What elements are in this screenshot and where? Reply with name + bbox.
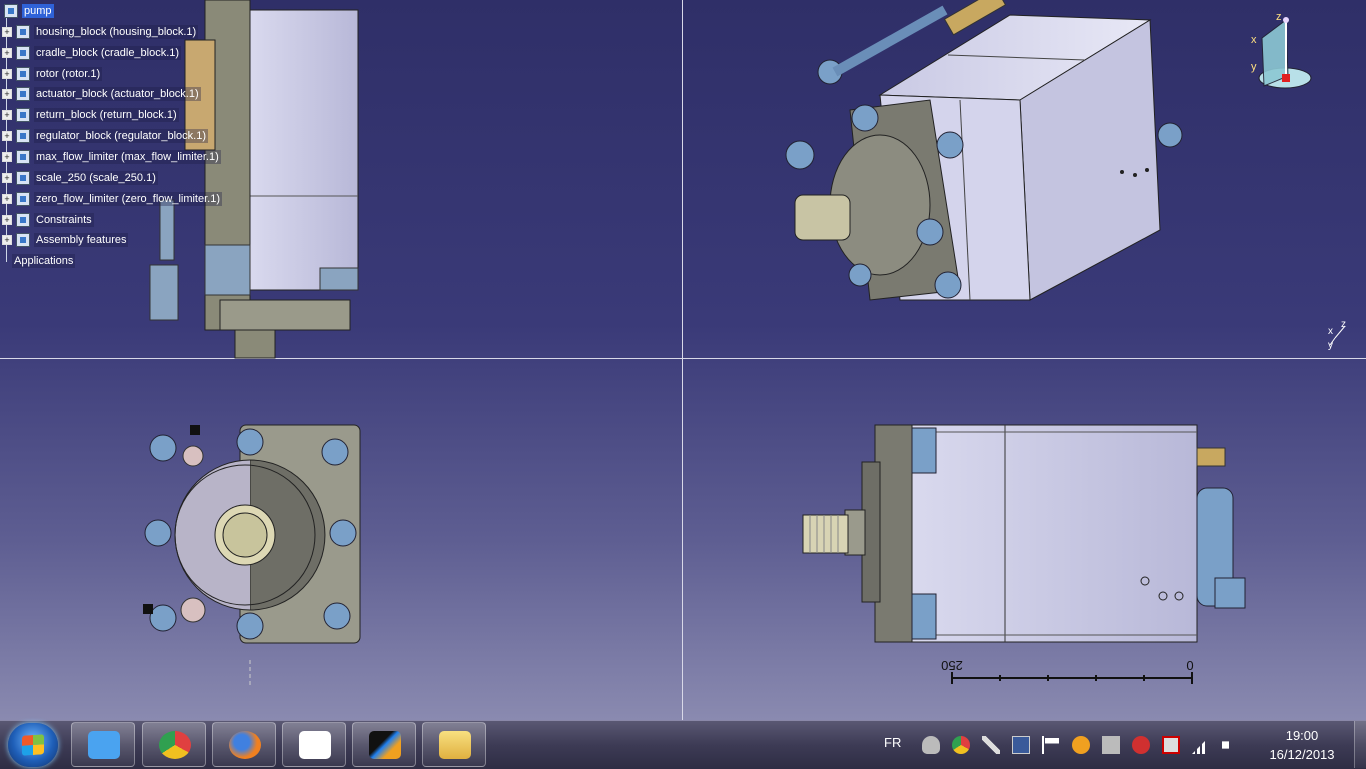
chrome-icon — [159, 731, 191, 759]
notification-bell-icon[interactable] — [922, 736, 940, 754]
view-bottom-right-side[interactable]: 250 0 — [802, 424, 1246, 684]
specification-tree[interactable]: pump + housing_block (housing_block.1) +… — [0, 0, 240, 270]
housing-side-main — [911, 424, 1198, 643]
tree-item-applications[interactable]: Applications — [12, 251, 76, 271]
tree-item-assembly-features[interactable]: + Assembly features — [0, 230, 129, 250]
compass-widget[interactable]: z x y — [1251, 11, 1312, 89]
scale-label-left: 250 — [941, 658, 963, 673]
tree-item-cradle-block[interactable]: + cradle_block (cradle_block.1) — [0, 43, 182, 63]
show-desktop-button[interactable] — [1354, 721, 1366, 768]
shaft-iso — [794, 194, 851, 241]
expand-icon[interactable]: + — [2, 89, 12, 99]
svg-text:y: y — [1328, 340, 1333, 351]
expand-icon[interactable]: + — [2, 48, 12, 58]
tree-item-max-flow-limiter[interactable]: + max_flow_limiter (max_flow_limiter.1) — [0, 147, 221, 167]
part-icon — [16, 129, 30, 143]
expand-icon[interactable]: + — [2, 131, 12, 141]
chrome-tray-icon[interactable] — [952, 736, 970, 754]
expand-icon[interactable]: + — [2, 173, 12, 183]
flange-side — [874, 424, 913, 643]
action-center-flag-icon[interactable] — [1042, 736, 1060, 754]
part-icon — [16, 150, 30, 164]
svg-text:x: x — [1328, 326, 1333, 337]
tree-item-scale-250[interactable]: + scale_250 (scale_250.1) — [0, 168, 158, 188]
tree-item-housing-block[interactable]: + housing_block (housing_block.1) — [0, 22, 199, 42]
svg-text:z: z — [1341, 319, 1346, 330]
housing-side-body — [249, 9, 359, 291]
clock-date: 16/12/2013 — [1269, 747, 1335, 762]
expand-icon[interactable]: + — [2, 27, 12, 37]
tree-item-actuator-block[interactable]: + actuator_block (actuator_block.1) — [0, 84, 201, 104]
clock-time: 19:00 — [1285, 728, 1319, 743]
metro-apps-icon — [299, 731, 331, 759]
part-icon — [16, 87, 30, 101]
taskbar-media-player[interactable] — [71, 722, 135, 767]
tools-tray-icon[interactable] — [982, 736, 1000, 754]
part-icon — [16, 192, 30, 206]
expand-icon[interactable]: + — [2, 152, 12, 162]
expand-icon[interactable]: + — [2, 235, 12, 245]
explorer-icon — [439, 731, 471, 759]
view-top-right-iso[interactable] — [785, 0, 1183, 301]
taskbar-chrome[interactable] — [142, 722, 206, 767]
power-tray-icon[interactable] — [1162, 736, 1180, 754]
taskbar-clock[interactable]: 19:00 16/12/2013 — [1262, 726, 1342, 764]
tree-root-label[interactable]: pump — [22, 4, 54, 18]
tree-item-constraints[interactable]: + Constraints — [0, 210, 94, 230]
part-icon — [16, 67, 30, 81]
expand-icon[interactable]: + — [2, 110, 12, 120]
tree-item-regulator-block[interactable]: + regulator_block (regulator_block.1) — [0, 126, 208, 146]
compass-x: x — [1251, 34, 1257, 46]
part-icon — [16, 171, 30, 185]
app-tray-icon[interactable] — [1072, 736, 1090, 754]
start-button[interactable] — [8, 723, 58, 767]
media-tray-icon[interactable] — [1132, 736, 1150, 754]
catia-icon — [369, 731, 401, 759]
product-icon — [4, 4, 18, 18]
display-tray-icon[interactable] — [1012, 736, 1030, 754]
language-indicator[interactable]: FR — [884, 735, 901, 750]
tree-item-zero-flow-limiter[interactable]: + zero_flow_limiter (zero_flow_limiter.1… — [0, 189, 223, 209]
compass-z: z — [1276, 11, 1282, 23]
scale-label-right: 0 — [1186, 658, 1193, 673]
expand-icon[interactable]: + — [2, 194, 12, 204]
catia-3d-viewport[interactable]: 250 0 z x y x y z pump + housing_block (… — [0, 0, 1366, 720]
taskbar-metro-apps[interactable] — [282, 722, 346, 767]
constraints-icon — [16, 213, 30, 227]
media-player-icon — [88, 731, 120, 759]
taskbar-explorer[interactable] — [422, 722, 486, 767]
expand-icon[interactable]: + — [2, 215, 12, 225]
part-icon — [16, 108, 30, 122]
monitor-tray-icon[interactable] — [1102, 736, 1120, 754]
part-icon — [16, 46, 30, 60]
part-icon — [16, 25, 30, 39]
compass-y: y — [1251, 61, 1257, 73]
assembly-features-icon — [16, 233, 30, 247]
firefox-icon — [229, 731, 261, 759]
tree-root-pump[interactable]: pump — [0, 1, 54, 21]
view-bottom-left-front[interactable] — [143, 424, 361, 685]
taskbar-firefox[interactable] — [212, 722, 276, 767]
axis-triad: x y z — [1328, 319, 1346, 351]
tree-item-rotor[interactable]: + rotor (rotor.1) — [0, 64, 103, 84]
taskbar-catia[interactable] — [352, 722, 416, 767]
tree-item-return-block[interactable]: + return_block (return_block.1) — [0, 105, 179, 125]
expand-icon[interactable]: + — [2, 69, 12, 79]
